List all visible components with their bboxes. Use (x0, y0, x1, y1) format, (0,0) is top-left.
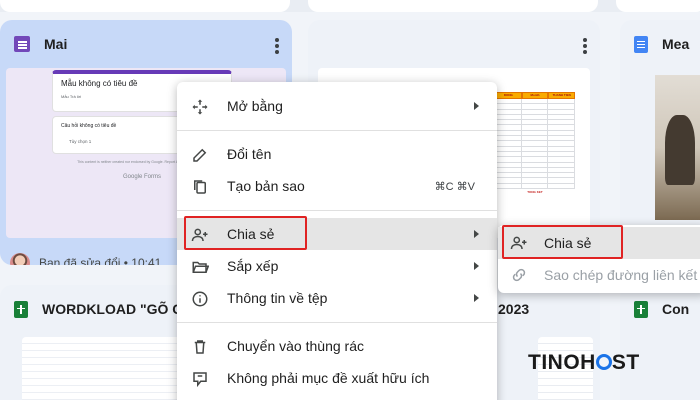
menu-item-trash[interactable]: Chuyển vào thùng rác (177, 330, 497, 362)
menu-item-label: Chia sẻ (227, 226, 275, 242)
sheet-header-cell: Month (521, 92, 549, 99)
menu-item-organize[interactable]: Sắp xếp (177, 250, 497, 282)
link-icon (512, 268, 526, 282)
file-title: 2023 (498, 301, 530, 317)
watermark-part: H (580, 351, 596, 374)
person-add-icon (510, 236, 527, 250)
form-preview-title: Mẫu không có tiêu đề (61, 79, 138, 88)
form-preview-option: Tùy chọn 1 (69, 139, 92, 144)
submenu-arrow-icon (474, 262, 479, 270)
more-options-icon[interactable] (274, 38, 280, 54)
sheet-total-label: TONG KET (527, 190, 543, 195)
move-arrows-icon (192, 99, 208, 115)
watermark-part: ST (611, 351, 640, 374)
pencil-icon (193, 148, 207, 162)
submenu-item-label: Chia sẻ (544, 235, 592, 251)
file-card-con[interactable]: Con (620, 285, 700, 400)
submenu-item-share[interactable]: Chia sẻ (498, 227, 700, 259)
submenu-arrow-icon (474, 230, 479, 238)
trash-icon (194, 340, 206, 354)
photo-thumbnail (655, 75, 700, 220)
menu-item-label: Thông tin về tệp (227, 290, 328, 306)
menu-item-label: Sắp xếp (227, 258, 279, 274)
more-options-icon[interactable] (582, 38, 588, 54)
form-preview-question: Câu hỏi không có tiêu đề (61, 123, 117, 129)
sheet-preview: DONG Month THANH TIEN TONG KET (495, 92, 576, 204)
folder-open-icon (192, 261, 209, 273)
sheet-header-cell: THANH TIEN (548, 92, 576, 99)
submenu-arrow-icon (474, 294, 479, 302)
menu-item-file-info[interactable]: Thông tin về tệp (177, 282, 497, 314)
modified-info: Bạn đã sửa đổi • 10:41 (10, 253, 161, 265)
watermark-part: TINO (528, 351, 581, 374)
submenu-item-copy-link[interactable]: Sao chép đường liên kết (498, 259, 700, 291)
menu-item-rename[interactable]: Đổi tên (177, 138, 497, 170)
context-menu: Mở bằng Đổi tên Tạo bản sao ⌘C ⌘V Chia s… (177, 82, 497, 400)
avatar (10, 253, 30, 265)
google-docs-icon (634, 35, 648, 53)
menu-item-not-helpful[interactable]: Không phải mục đề xuất hữu ích (177, 362, 497, 394)
shortcut-label: ⌘C ⌘V (434, 180, 475, 193)
thumb-down-feedback-icon (193, 372, 207, 388)
info-icon (192, 291, 208, 307)
file-title: Con (662, 301, 690, 317)
menu-item-label: Mở bằng (227, 98, 283, 114)
menu-item-open-with[interactable]: Mở bằng (177, 90, 497, 122)
submenu-item-label: Sao chép đường liên kết (544, 267, 698, 283)
previous-row-strip (0, 0, 700, 12)
menu-item-share[interactable]: Chia sẻ (177, 218, 497, 250)
copy-icon (194, 180, 206, 194)
file-title: Mea (662, 36, 690, 52)
file-title: Mai (44, 36, 68, 52)
google-sheets-icon (14, 300, 28, 318)
watermark-o-icon (595, 354, 612, 370)
modified-text: Bạn đã sửa đổi • 10:41 (39, 256, 162, 265)
menu-item-make-copy[interactable]: Tạo bản sao ⌘C ⌘V (177, 170, 497, 202)
tinohost-watermark: TINOH ST (528, 351, 640, 375)
file-title: WORDKLOAD "GÕ CH (42, 301, 193, 317)
google-forms-icon (14, 36, 30, 52)
submenu-arrow-icon (474, 102, 479, 110)
menu-item-label: Không phải mục đề xuất hữu ích (227, 370, 430, 386)
google-sheets-icon (634, 300, 648, 318)
form-preview-subtitle: Mẫu Trả lời (61, 94, 82, 99)
person-add-icon (191, 228, 208, 242)
share-submenu: Chia sẻ Sao chép đường liên kết (498, 225, 700, 293)
menu-item-label: Tạo bản sao (227, 178, 305, 194)
sheet-header-cell: DONG (495, 92, 522, 99)
menu-item-label: Đổi tên (227, 146, 272, 162)
menu-item-label: Chuyển vào thùng rác (227, 338, 364, 354)
